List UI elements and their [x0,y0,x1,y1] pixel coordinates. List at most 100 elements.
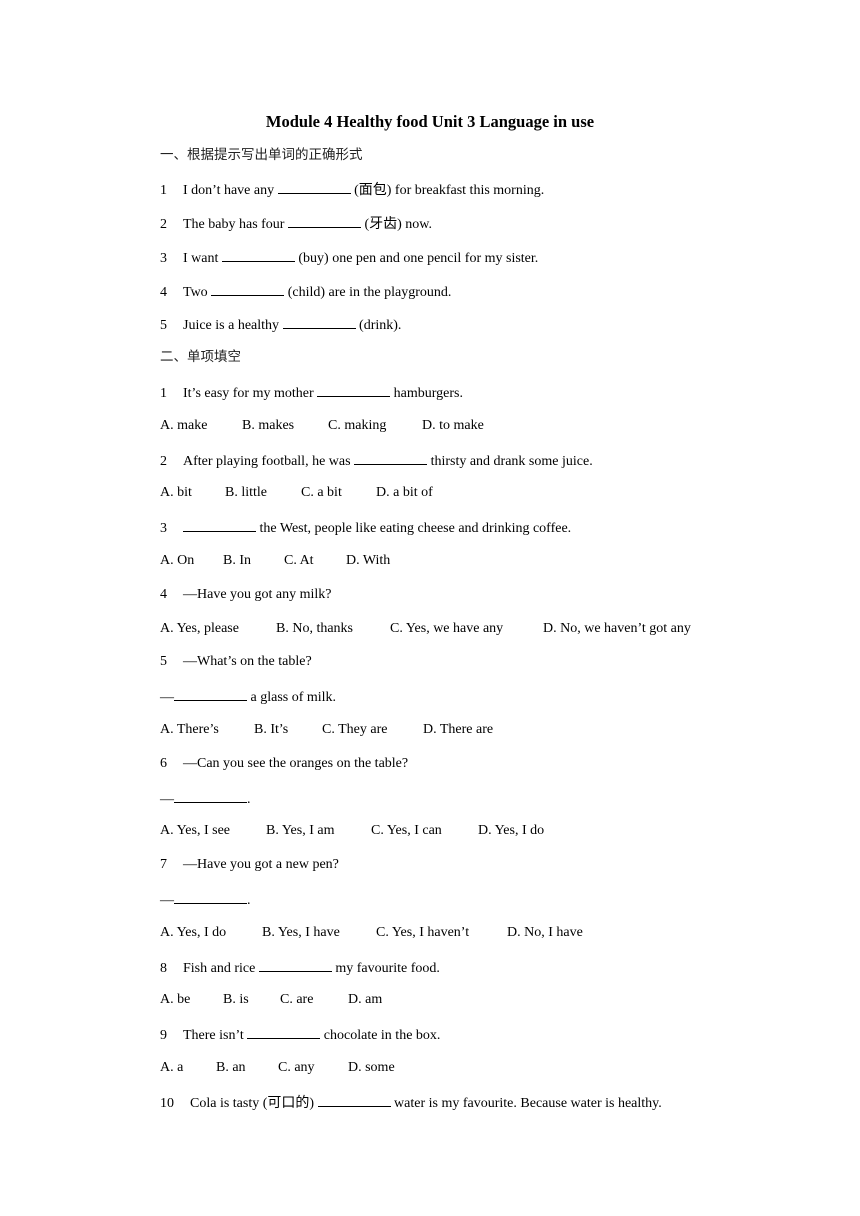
option-d[interactable]: D. some [348,1059,395,1077]
item-number: 1 [160,183,167,198]
option-b[interactable]: B. Yes, I have [262,924,376,942]
option-c[interactable]: C. any [278,1059,348,1077]
item-text-before: I don’t have any [183,183,278,198]
option-c[interactable]: C. are [280,991,348,1009]
option-b[interactable]: B. No, thanks [276,620,390,638]
question-text-before: There isn’t [183,1028,248,1043]
option-c[interactable]: C. a bit [301,484,376,502]
answer-blank[interactable] [174,687,247,701]
answer-blank[interactable] [221,248,295,262]
option-c[interactable]: C. Yes, I can [371,822,478,840]
answer-blank[interactable] [247,1025,321,1039]
page-title: Module 4 Healthy food Unit 3 Language in… [265,112,595,131]
option-d[interactable]: D. No, we haven’t got any [543,620,691,638]
question-number: 10 [160,1096,174,1111]
answer-blank[interactable] [183,518,256,532]
answer-line: — a glass of milk. [160,687,336,707]
option-b[interactable]: B. It’s [254,721,322,739]
fill-item: 1 I don’t have any (面包) for breakfast thi… [160,180,544,200]
question-text: —Can you see the oranges on the table? [183,756,409,771]
item-number: 2 [160,217,167,232]
question: 6 —Can you see the oranges on the table? [160,755,408,773]
option-d[interactable]: D. to make [422,417,484,435]
question-number: 1 [160,386,167,401]
option-d[interactable]: D. There are [423,721,493,739]
options-row: A. a B. an C. any D. some [160,1059,395,1077]
answer-blank[interactable] [317,1093,391,1107]
dash: — [160,893,174,908]
question-text: —What’s on the table? [183,654,312,669]
answer-blank[interactable] [258,958,332,972]
answer-blank[interactable] [277,180,351,194]
answer-text-after: . [247,893,251,908]
question-text-after: my favourite food. [331,961,440,976]
option-a[interactable]: A. make [160,417,242,435]
answer-text-after: a glass of milk. [247,690,337,705]
option-d[interactable]: D. No, I have [507,924,583,942]
question: 2 After playing football, he was thirsty … [160,451,593,471]
answer-text-after: . [247,792,251,807]
options-row: A. There’s B. It’s C. They are D. There are [160,721,493,739]
question: 9 There isn’t chocolate in the box. [160,1025,440,1045]
options-row: A. bit B. little C. a bit D. a bit of [160,484,433,502]
option-b[interactable]: B. is [223,991,280,1009]
option-a[interactable]: A. bit [160,484,225,502]
fill-item: 2 The baby has four (牙齿) now. [160,214,432,234]
option-d[interactable]: D. a bit of [376,484,433,502]
question-number: 9 [160,1028,167,1043]
option-b[interactable]: B. an [216,1059,278,1077]
answer-blank[interactable] [211,282,285,296]
option-c[interactable]: C. Yes, I haven’t [376,924,507,942]
option-b[interactable]: B. little [225,484,301,502]
option-a[interactable]: A. Yes, I see [160,822,266,840]
option-a[interactable]: A. Yes, please [160,620,276,638]
answer-blank[interactable] [317,383,391,397]
answer-blank[interactable] [282,315,356,329]
question-text-after: chocolate in the box. [320,1028,441,1043]
option-c[interactable]: C. Yes, we have any [390,620,543,638]
question: 4 —Have you got any milk? [160,586,332,604]
fill-item: 3 I want (buy) one pen and one pencil for… [160,248,538,268]
question-text-after: water is my favourite. Because water is … [390,1096,662,1111]
option-b[interactable]: B. Yes, I am [266,822,371,840]
question-number: 6 [160,756,167,771]
options-row: A. make B. makes C. making D. to make [160,417,484,435]
option-c[interactable]: C. At [284,552,346,570]
option-c[interactable]: C. They are [322,721,423,739]
question: 10 Cola is tasty (可口的) water is my favour… [160,1093,662,1113]
dash: — [160,792,174,807]
option-d[interactable]: D. am [348,991,382,1009]
question-text-before: After playing football, he was [183,454,355,469]
options-row: A. Yes, I see B. Yes, I am C. Yes, I can D.… [160,822,544,840]
answer-line: —. [160,890,251,910]
option-d[interactable]: D. Yes, I do [478,822,544,840]
item-text-after: (面包) for breakfast this morning. [350,183,545,198]
section-2-heading: 二、单项填空 [160,349,241,365]
item-number: 4 [160,285,167,300]
option-b[interactable]: B. makes [242,417,328,435]
answer-blank[interactable] [287,214,361,228]
option-b[interactable]: B. In [223,552,284,570]
answer-blank[interactable] [354,451,428,465]
options-row: A. On B. In C. At D. With [160,552,390,570]
question: 5 —What’s on the table? [160,653,312,671]
question-text-after: thirsty and drank some juice. [427,454,593,469]
option-a[interactable]: A. a [160,1059,216,1077]
options-row: A. be B. is C. are D. am [160,991,382,1009]
question-number: 2 [160,454,167,469]
fill-item: 4 Two (child) are in the playground. [160,282,451,302]
answer-blank[interactable] [174,789,247,803]
question-text-before: It’s easy for my mother [183,386,318,401]
option-a[interactable]: A. There’s [160,721,254,739]
option-a[interactable]: A. be [160,991,223,1009]
item-text-before: Two [183,285,212,300]
question-text-after: hamburgers. [390,386,463,401]
option-a[interactable]: A. Yes, I do [160,924,262,942]
option-d[interactable]: D. With [346,552,390,570]
answer-blank[interactable] [174,890,247,904]
option-c[interactable]: C. making [328,417,422,435]
answer-line: —. [160,789,251,809]
item-text-before: The baby has four [183,217,288,232]
item-text-before: I want [183,251,222,266]
option-a[interactable]: A. On [160,552,223,570]
